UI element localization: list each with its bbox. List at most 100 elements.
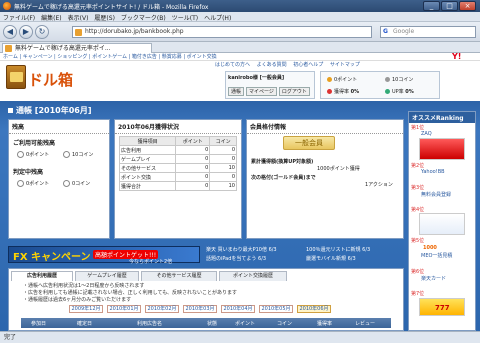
tab-exchange-history[interactable]: ポイント交換履歴 xyxy=(219,271,287,281)
col-status[interactable]: 状態 xyxy=(207,320,217,327)
cell: 0 xyxy=(209,172,237,182)
site-links[interactable]: ホーム | キャンペーン | ショッピング | ポイントゲーム | 箱付き広告 … xyxy=(0,53,480,61)
coin-icon xyxy=(385,77,390,82)
col-item: 獲得項目 xyxy=(118,136,177,146)
rank-5: 第5位 xyxy=(411,238,425,244)
menu-history[interactable]: 履歴(S) xyxy=(91,12,118,22)
col-coin[interactable]: コイン xyxy=(277,320,292,327)
cell: 0 xyxy=(175,145,211,155)
month-button[interactable]: 2010年03月 xyxy=(183,305,217,313)
maximize-button[interactable]: □ xyxy=(441,1,458,11)
ex-coin: 10コイン xyxy=(72,152,94,158)
usage-table: 獲得項目 ポイント コイン 広告利用 0 0 ゲームプレイ 0 0 その他サービス 0 10… xyxy=(118,136,237,191)
page-title: 通帳 [2010年06月] xyxy=(8,105,92,116)
fx-banner[interactable]: FX キャンペーン 高額ポイントゲット!!! 今ならポイント2倍 xyxy=(8,246,200,265)
nav-help[interactable]: 初心者ヘルプ xyxy=(293,62,323,68)
col-rate[interactable]: 獲得率 xyxy=(317,320,332,327)
title-bar: 無料ゲームで稼げる高還元率ポイントサイト! / ドル箱 - Mozilla Fi… xyxy=(0,0,480,12)
exchangeable-label: ご利用可能残高 xyxy=(13,140,56,147)
pending-label: 判定中残高 xyxy=(13,169,44,176)
month-button[interactable]: 2010年05月 xyxy=(259,305,293,313)
browser-tab[interactable]: 無料ゲームで稼げる高還元率ポイ... xyxy=(2,43,152,53)
note: ・通帳へ広告利用状況は1〜2日程度から反映されます xyxy=(23,283,145,289)
col-point[interactable]: ポイント xyxy=(235,320,255,327)
ad-rate: 6/3 xyxy=(258,256,267,262)
history-table-header: 参加日 確定日 利用広告名 状態 ポイント コイン 獲得率 レビュー xyxy=(21,318,391,328)
minimize-button[interactable]: _ xyxy=(423,1,440,11)
ad-links: 楽天 買いまわり最大P10倍 6/3 100％還元リストに新規 6/3 話題のi… xyxy=(206,245,402,263)
month-button[interactable]: 2009年12月 xyxy=(69,305,103,313)
status-bar: 完了 xyxy=(0,331,480,343)
month-button[interactable]: 2010年01月 xyxy=(107,305,141,313)
ad-rate: 6/3 xyxy=(362,247,371,253)
rank-2-name[interactable]: Yahoo!BB xyxy=(421,169,445,175)
usage-panel: 2010年06月獲得状況 獲得項目 ポイント コイン 広告利用 0 0 ゲームプレイ… xyxy=(114,119,242,239)
radio-icon xyxy=(63,180,70,187)
pd-coin: 0コイン xyxy=(72,181,91,187)
rank-6-name[interactable]: 楽天カード xyxy=(421,275,446,282)
logout-button[interactable]: ログアウト xyxy=(278,87,310,96)
radio-icon xyxy=(17,151,24,158)
ex-point: 0ポイント xyxy=(26,152,50,158)
nav-beginner[interactable]: はじめての方へ xyxy=(215,62,250,68)
radio-icon xyxy=(17,180,24,187)
month-button[interactable]: 2010年04月 xyxy=(221,305,255,313)
member-total-value: 1000ポイント獲得 xyxy=(317,166,360,172)
member-next-label: 次の格付(ゴールド会員)まで xyxy=(251,175,316,181)
ad-rate: 6/3 xyxy=(347,256,356,262)
google-icon: G xyxy=(383,28,388,35)
ad-link[interactable]: 100％還元リストに新規 xyxy=(306,247,361,253)
rank-3-name[interactable]: 無料会員登録 xyxy=(421,191,451,198)
table-row: ゲームプレイ 0 0 xyxy=(118,154,237,164)
rank-value: 0% xyxy=(350,89,360,95)
ad-banner[interactable] xyxy=(419,213,465,235)
menu-file[interactable]: ファイル(F) xyxy=(0,12,38,22)
nav-faq[interactable]: よくある質問 xyxy=(257,62,287,68)
menu-help[interactable]: ヘルプ(H) xyxy=(201,12,234,22)
reload-icon[interactable]: ↻ xyxy=(35,25,49,39)
top-nav: はじめての方へ よくある質問 初心者ヘルプ サイトマップ xyxy=(215,61,475,69)
nav-sitemap[interactable]: サイトマップ xyxy=(330,62,360,68)
menu-tools[interactable]: ツール(T) xyxy=(169,12,201,22)
bankbook-button[interactable]: 通帳 xyxy=(228,87,245,96)
site-favicon xyxy=(75,29,82,36)
col-review[interactable]: レビュー xyxy=(355,320,375,327)
member-panel: 会員格付情報 一般会員 累計獲得額(換算UP対象額) 1000ポイント獲得 次の… xyxy=(246,119,404,239)
url-bar[interactable]: http://dorubako.jp/bankbook.php xyxy=(72,26,372,38)
point-icon xyxy=(327,77,332,82)
rank-5-name[interactable]: MEO一括見積 xyxy=(421,252,452,259)
search-input[interactable]: G Google xyxy=(380,26,476,38)
navigation-toolbar: ◀ ▶ ↻ ✕ http://dorubako.jp/bankbook.php … xyxy=(0,22,480,42)
firefox-icon xyxy=(3,2,11,10)
up-label: UP率 xyxy=(392,89,404,95)
tab-service-history[interactable]: その他サービス履歴 xyxy=(141,271,217,281)
menu-edit[interactable]: 編集(E) xyxy=(38,12,64,22)
close-button[interactable]: × xyxy=(459,1,476,11)
tab-game-history[interactable]: ゲームプレイ履歴 xyxy=(75,271,139,281)
back-icon[interactable]: ◀ xyxy=(3,25,17,39)
rank-1: 第1位 xyxy=(411,125,425,131)
rank-1-name[interactable]: ZAQ xyxy=(421,131,432,137)
mypage-button[interactable]: マイページ xyxy=(246,87,277,96)
rank-6: 第6位 xyxy=(411,269,425,275)
menu-bookmarks[interactable]: ブックマーク(B) xyxy=(118,12,169,22)
month-button-selected[interactable]: 2010年06月 xyxy=(297,305,331,313)
radio-icon xyxy=(63,151,70,158)
ad-link[interactable]: 話題のiPadを当てよう xyxy=(206,256,256,262)
menu-view[interactable]: 表示(V) xyxy=(65,12,92,22)
month-button[interactable]: 2010年02月 xyxy=(145,305,179,313)
note: ・通帳履歴は過去6ヶ月分のみご覧いただけます xyxy=(23,297,132,303)
col-ad-name[interactable]: 利用広告名 xyxy=(137,320,162,327)
col-join-date[interactable]: 参加日 xyxy=(31,320,46,327)
tab-ad-history[interactable]: 広告利用履歴 xyxy=(11,271,73,281)
site-logo[interactable]: ドル箱 xyxy=(28,69,73,90)
col-confirm-date[interactable]: 確定日 xyxy=(77,320,92,327)
cell: 広告利用 xyxy=(118,145,177,155)
rank-3: 第3位 xyxy=(411,185,425,191)
table-row: 広告利用 0 0 xyxy=(118,145,237,155)
forward-icon[interactable]: ▶ xyxy=(19,25,33,39)
ad-link[interactable]: 楽天 買いまわり最大P10倍 xyxy=(206,247,267,253)
ad-link[interactable]: 厳選モバイル新規 xyxy=(306,256,346,262)
ad-banner[interactable] xyxy=(419,138,465,160)
yahoo-logo[interactable]: Y! xyxy=(452,53,461,61)
